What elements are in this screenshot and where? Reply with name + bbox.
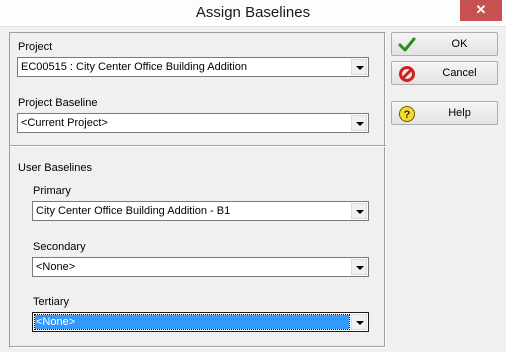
help-button[interactable]: ? Help [391, 101, 498, 125]
secondary-label: Secondary [33, 241, 86, 253]
primary-baseline-value: City Center Office Building Addition - B… [36, 205, 231, 217]
chevron-down-icon[interactable] [351, 59, 367, 75]
project-baseline-label: Project Baseline [18, 97, 98, 109]
ok-label: OK [451, 38, 468, 50]
prohibited-icon [399, 66, 415, 82]
dialog-body: Project EC00515 : City Center Office Bui… [0, 27, 506, 352]
secondary-baseline-dropdown[interactable]: <None> [32, 257, 369, 277]
close-button[interactable]: ✕ [460, 0, 502, 21]
section-divider [10, 145, 386, 147]
project-baseline-value: <Current Project> [21, 117, 108, 129]
chevron-down-icon[interactable] [351, 314, 367, 330]
title-bar: Assign Baselines ✕ [0, 0, 506, 27]
svg-text:?: ? [404, 109, 411, 121]
help-label: Help [448, 107, 471, 119]
project-dropdown[interactable]: EC00515 : City Center Office Building Ad… [17, 57, 369, 77]
user-baselines-heading: User Baselines [18, 162, 92, 174]
chevron-down-icon[interactable] [351, 203, 367, 219]
tertiary-baseline-value: <None> [34, 314, 350, 330]
checkmark-icon [398, 37, 416, 52]
window-title: Assign Baselines [195, 4, 311, 21]
tertiary-baseline-dropdown[interactable]: <None> [32, 312, 369, 332]
help-icon: ? [399, 106, 415, 122]
primary-baseline-dropdown[interactable]: City Center Office Building Addition - B… [32, 201, 369, 221]
project-baseline-dropdown[interactable]: <Current Project> [17, 113, 369, 133]
cancel-button[interactable]: Cancel [391, 61, 498, 85]
ok-button[interactable]: OK [391, 32, 498, 56]
project-label: Project [18, 41, 53, 53]
cancel-label: Cancel [442, 67, 477, 79]
tertiary-label: Tertiary [33, 296, 70, 308]
secondary-baseline-value: <None> [36, 261, 76, 273]
project-value: EC00515 : City Center Office Building Ad… [21, 61, 248, 73]
chevron-down-icon[interactable] [351, 115, 367, 131]
chevron-down-icon[interactable] [351, 259, 367, 275]
primary-label: Primary [33, 185, 71, 197]
